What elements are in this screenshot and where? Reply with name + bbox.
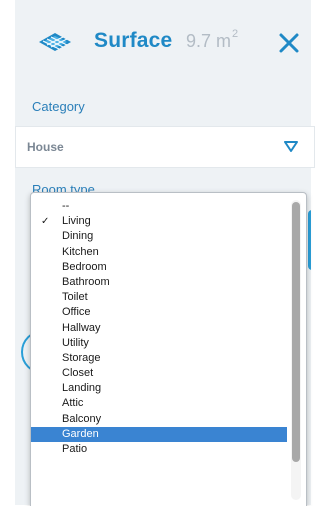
- option-label: Toilet: [62, 291, 88, 304]
- panel-header: Surface 9.7 m2: [15, 0, 311, 80]
- room-option-kitchen[interactable]: Kitchen: [31, 245, 287, 260]
- room-option-closet[interactable]: Closet: [31, 366, 287, 381]
- option-label: Garden: [62, 427, 99, 440]
- option-label: Storage: [62, 351, 101, 364]
- room-option-balcony[interactable]: Balcony: [31, 412, 287, 427]
- room-option-hallway[interactable]: Hallway: [31, 321, 287, 336]
- option-label: Bedroom: [62, 260, 107, 273]
- check-icon: ✓: [41, 216, 50, 228]
- option-label: --: [62, 200, 70, 212]
- room-option-patio[interactable]: Patio: [31, 442, 287, 457]
- room-option-landing[interactable]: Landing: [31, 381, 287, 396]
- surface-area-value: 9.7 m: [186, 31, 232, 51]
- panel-title: Surface: [94, 29, 173, 52]
- option-label: Office: [62, 306, 91, 319]
- scrollbar-thumb[interactable]: [292, 202, 300, 462]
- room-option-bedroom[interactable]: Bedroom: [31, 260, 287, 275]
- category-select-value: House: [27, 140, 64, 154]
- option-label: Balcony: [62, 412, 102, 425]
- room-type-options: -- ✓ Living Dining Kitchen Bedroom Bathro…: [31, 199, 287, 457]
- surface-area: 9.7 m2: [186, 28, 239, 52]
- room-type-dropdown-menu[interactable]: -- ✓ Living Dining Kitchen Bedroom Bathro…: [30, 192, 307, 506]
- room-option-bathroom[interactable]: Bathroom: [31, 275, 287, 290]
- room-option-storage[interactable]: Storage: [31, 351, 287, 366]
- surface-layers-icon: [39, 33, 71, 51]
- option-label: Bathroom: [62, 275, 110, 288]
- category-select[interactable]: House: [15, 126, 315, 168]
- option-label: Kitchen: [62, 245, 99, 258]
- option-label: Hallway: [62, 321, 101, 334]
- option-label: Closet: [62, 367, 94, 380]
- room-option-living[interactable]: ✓ Living: [31, 214, 287, 229]
- option-label: Attic: [62, 397, 84, 410]
- option-label: Patio: [62, 443, 88, 455]
- room-option-none[interactable]: --: [31, 199, 287, 214]
- room-option-toilet[interactable]: Toilet: [31, 290, 287, 305]
- room-option-dining[interactable]: Dining: [31, 229, 287, 244]
- option-label: Landing: [62, 382, 102, 395]
- category-label: Category: [32, 99, 85, 114]
- room-option-utility[interactable]: Utility: [31, 336, 287, 351]
- room-type-select-edge[interactable]: [308, 210, 311, 270]
- option-label: Dining: [62, 230, 94, 243]
- chevron-down-icon: [284, 141, 298, 152]
- room-option-garden[interactable]: Garden: [31, 426, 287, 442]
- dropdown-scrollbar[interactable]: [291, 200, 301, 500]
- option-label: Utility: [62, 336, 89, 349]
- room-option-attic[interactable]: Attic: [31, 396, 287, 411]
- close-icon[interactable]: [278, 32, 300, 54]
- surface-area-exponent: 2: [232, 28, 239, 40]
- room-option-office[interactable]: Office: [31, 305, 287, 320]
- option-label: Living: [62, 215, 91, 228]
